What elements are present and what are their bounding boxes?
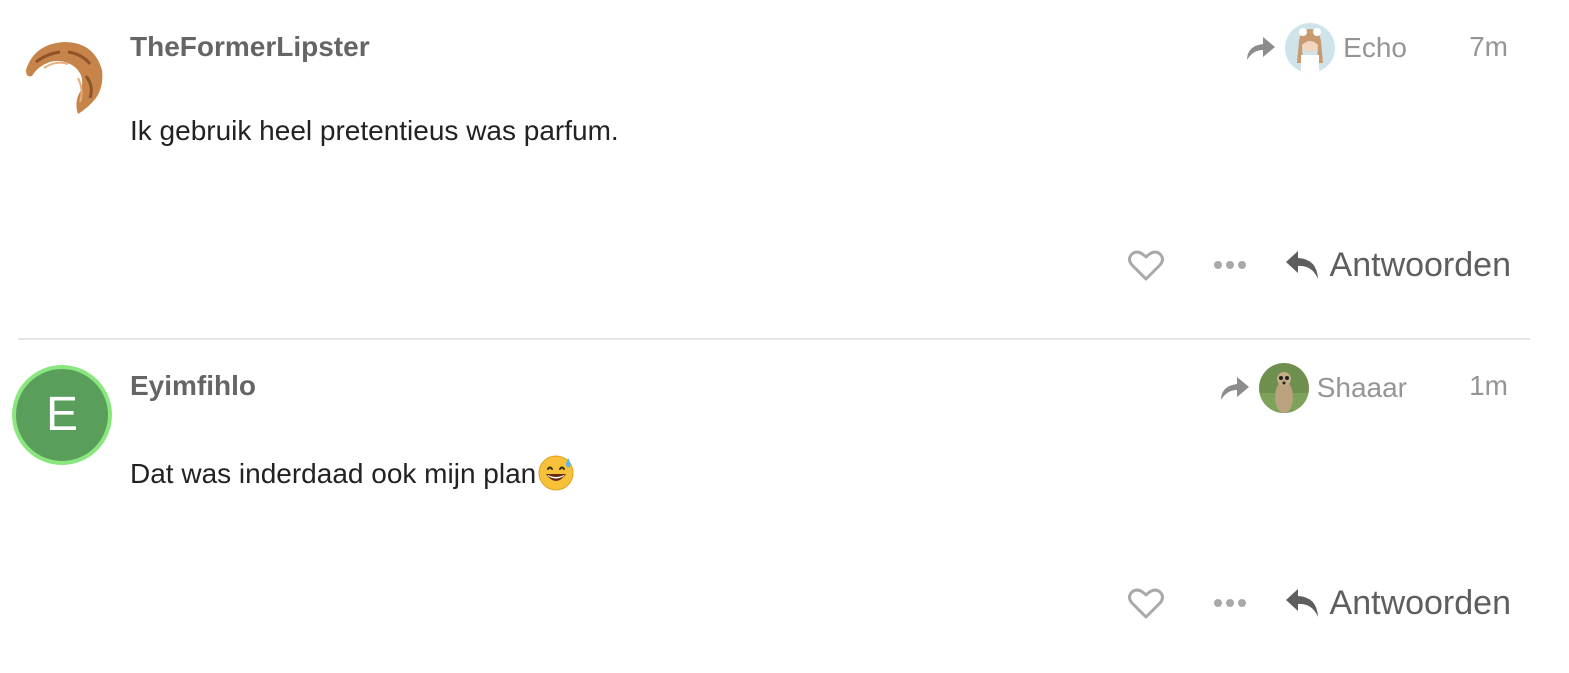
post: TheFormerLipster Echo 7m Ik gebruik heel…	[0, 0, 1569, 338]
avatar-letter: E	[45, 388, 78, 441]
ellipsis-icon	[1213, 261, 1246, 269]
heart-icon	[1127, 588, 1164, 619]
reply-label: Antwoorden	[1329, 583, 1511, 622]
croissant-icon	[16, 32, 104, 120]
post-body-text: Dat was inderdaad ook mijn plan	[130, 458, 537, 489]
post-body: Dat was inderdaad ook mijn plan	[130, 454, 575, 492]
reply-to-username: Echo	[1343, 32, 1407, 63]
reply-icon	[1285, 589, 1318, 617]
reply-to-avatar	[1285, 23, 1336, 73]
grinning-face-with-sweat-emoji	[538, 455, 574, 491]
like-button[interactable]	[1126, 245, 1166, 285]
more-button[interactable]	[1210, 245, 1250, 285]
reply-button[interactable]: Antwoorden	[1284, 584, 1511, 623]
heart-icon	[1127, 250, 1164, 281]
username[interactable]: Eyimfihlo	[130, 370, 256, 402]
post: E Eyimfihlo Shaaar 1m Dat was inderdaad …	[0, 340, 1569, 673]
ellipsis-icon	[1213, 599, 1246, 607]
share-icon	[1220, 377, 1249, 400]
reply-label: Antwoorden	[1329, 245, 1511, 284]
reply-to-avatar	[1258, 363, 1309, 413]
reply-icon	[1285, 251, 1318, 279]
reply-button[interactable]: Antwoorden	[1284, 246, 1511, 285]
user-avatar[interactable]: E	[12, 365, 112, 465]
like-button[interactable]	[1126, 583, 1166, 623]
post-date[interactable]: 1m	[1469, 370, 1508, 402]
reply-to-username: Shaaar	[1316, 372, 1407, 403]
more-button[interactable]	[1210, 583, 1250, 623]
username[interactable]: TheFormerLipster	[130, 31, 370, 63]
reply-to-tab[interactable]: Shaaar	[1219, 362, 1407, 414]
post-body: Ik gebruik heel pretentieus was parfum.	[130, 115, 619, 146]
post-date[interactable]: 7m	[1469, 31, 1508, 63]
post-actions: Antwoorden	[1126, 240, 1511, 290]
reply-to-tab[interactable]: Echo	[1245, 22, 1407, 74]
user-avatar[interactable]	[16, 32, 104, 120]
post-actions: Antwoorden	[1126, 578, 1511, 628]
share-icon	[1247, 37, 1276, 60]
